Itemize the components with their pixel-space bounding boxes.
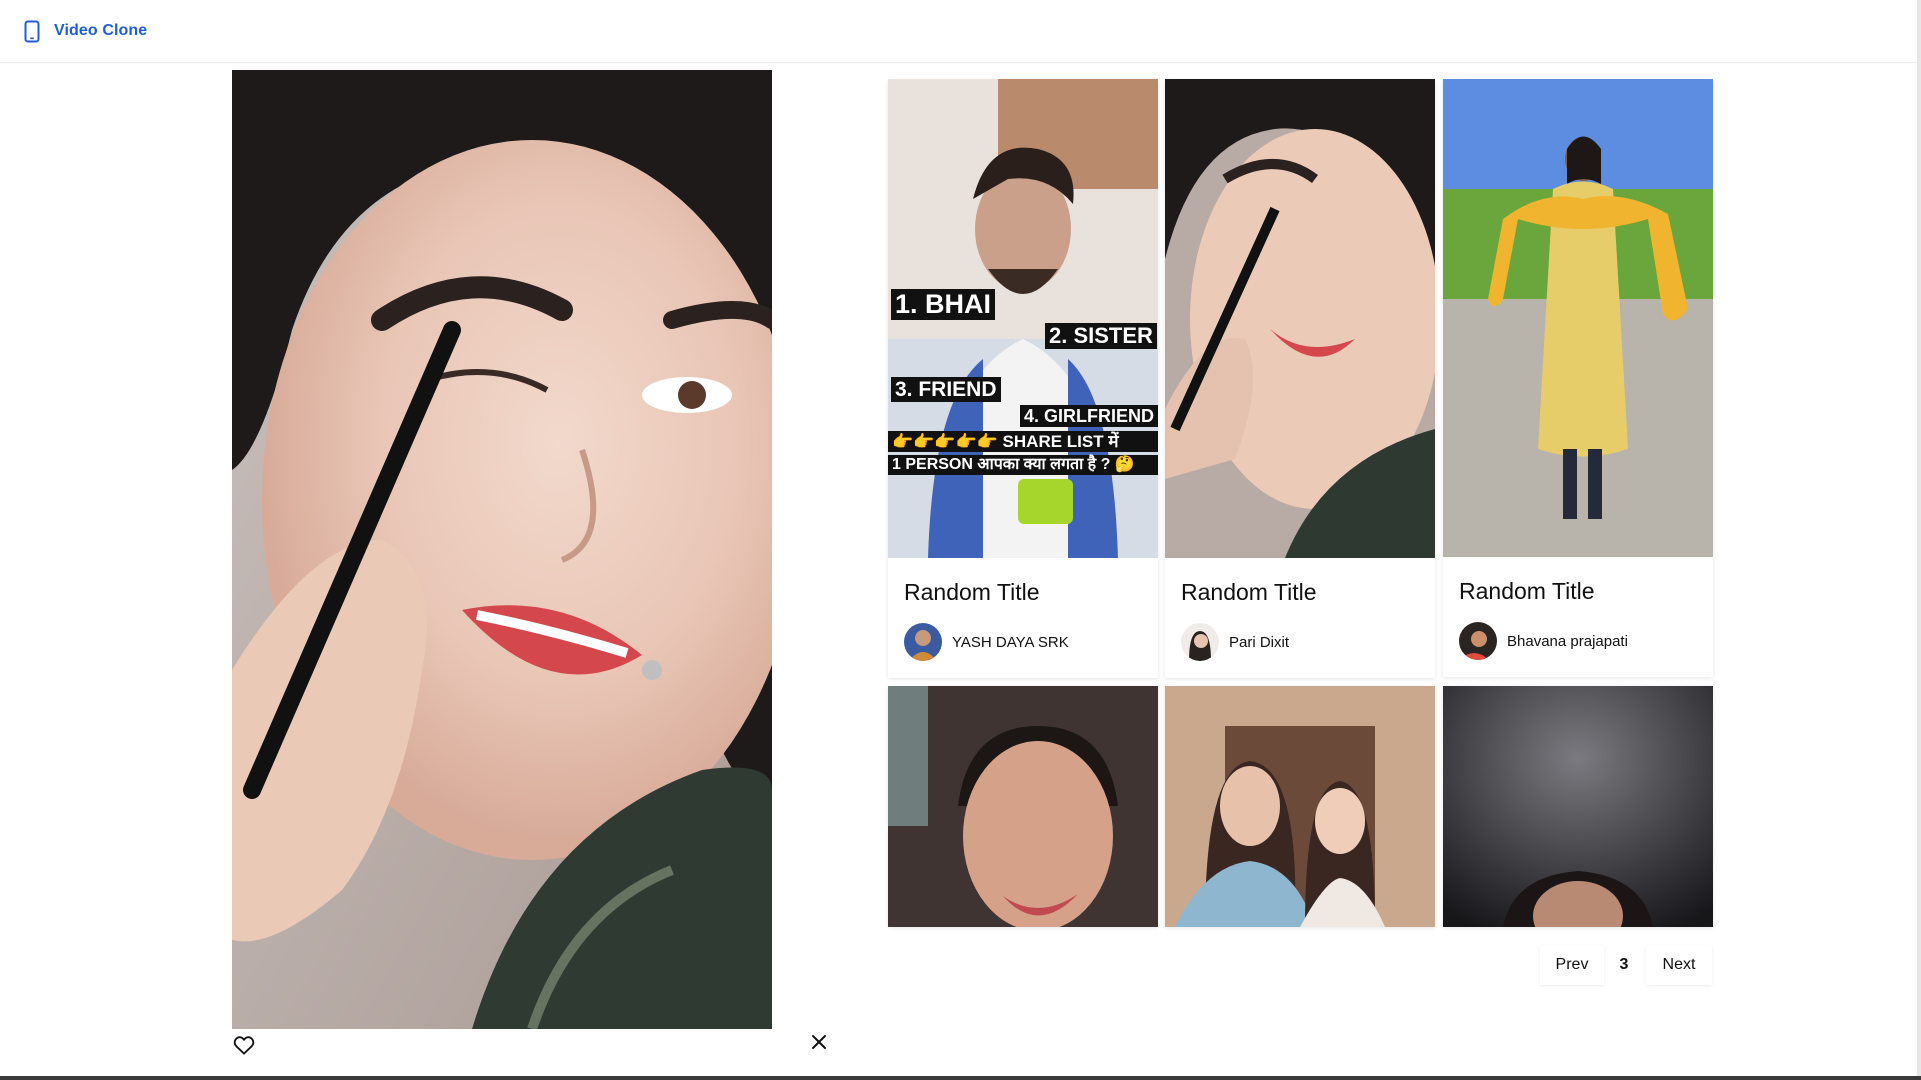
close-x-icon — [812, 1035, 826, 1049]
close-button[interactable] — [808, 1031, 830, 1053]
video-card[interactable]: Random Title Pari Dixit — [1165, 79, 1435, 678]
avatar — [904, 623, 942, 661]
video-card[interactable]: 1. BHAI 2. SISTER 3. FRIEND 4. GIRLFRIEN… — [888, 79, 1158, 678]
overlay-text: 1 PERSON आपका क्या लगता है ? 🤔 — [888, 455, 1158, 475]
avatar-image — [904, 623, 942, 661]
heart-outline-icon — [233, 1036, 255, 1055]
top-navbar: Video Clone — [0, 0, 1921, 63]
video-thumbnail[interactable]: 1. BHAI 2. SISTER 3. FRIEND 4. GIRLFRIEN… — [888, 79, 1158, 558]
overlay-text: 👉👉👉👉👉 SHARE LIST में — [888, 431, 1158, 452]
horizontal-divider — [0, 1076, 1921, 1080]
video-card[interactable] — [1165, 686, 1435, 927]
app-root: Video Clone 1. BHAI 2. SISTER 3. FRIEND … — [0, 0, 1921, 1080]
avatar — [1459, 622, 1497, 660]
card-title[interactable]: Random Title — [1181, 579, 1317, 606]
author-name: YASH DAYA SRK — [952, 633, 1069, 651]
phone-icon — [24, 20, 40, 42]
next-page-button[interactable]: Next — [1646, 945, 1712, 985]
video-thumbnail[interactable] — [1443, 79, 1713, 557]
video-player[interactable] — [232, 70, 772, 1029]
current-page-number: 3 — [1619, 956, 1629, 973]
video-thumbnail[interactable] — [888, 686, 1158, 927]
video-thumbnail[interactable] — [1165, 79, 1435, 558]
card-author[interactable]: Bhavana prajapati — [1459, 622, 1628, 660]
overlay-text: 2. SISTER — [1045, 323, 1157, 349]
author-name: Pari Dixit — [1229, 633, 1290, 651]
video-thumbnail[interactable] — [1165, 686, 1435, 927]
overlay-text: 4. GIRLFRIEND — [1020, 405, 1158, 427]
brand-link[interactable]: Video Clone — [24, 19, 147, 43]
thumbnail-image — [1443, 79, 1713, 557]
thumbnail-image — [1165, 686, 1435, 927]
video-frame-image — [232, 70, 772, 1029]
brand-title: Video Clone — [54, 22, 148, 39]
card-author[interactable]: YASH DAYA SRK — [904, 623, 1069, 661]
card-title[interactable]: Random Title — [1459, 578, 1595, 605]
video-card[interactable] — [888, 686, 1158, 927]
author-name: Bhavana prajapati — [1507, 632, 1628, 650]
avatar-image — [1459, 622, 1497, 660]
overlay-text: 1. BHAI — [891, 289, 996, 320]
vertical-scrollbar-track[interactable] — [1917, 0, 1921, 1080]
overlay-text: 3. FRIEND — [891, 377, 1001, 402]
card-author[interactable]: Pari Dixit — [1181, 623, 1289, 661]
video-card[interactable]: Random Title Bhavana prajapati — [1443, 79, 1713, 677]
prev-page-button[interactable]: Prev — [1540, 945, 1604, 985]
like-button[interactable] — [232, 1034, 256, 1056]
video-card[interactable] — [1443, 686, 1713, 927]
thumbnail-image — [1165, 79, 1435, 558]
avatar-image — [1181, 623, 1219, 661]
avatar — [1181, 623, 1219, 661]
thumbnail-image — [888, 686, 1158, 927]
video-thumbnail[interactable] — [1443, 686, 1713, 927]
thumbnail-image — [1443, 686, 1713, 927]
card-title[interactable]: Random Title — [904, 579, 1040, 606]
